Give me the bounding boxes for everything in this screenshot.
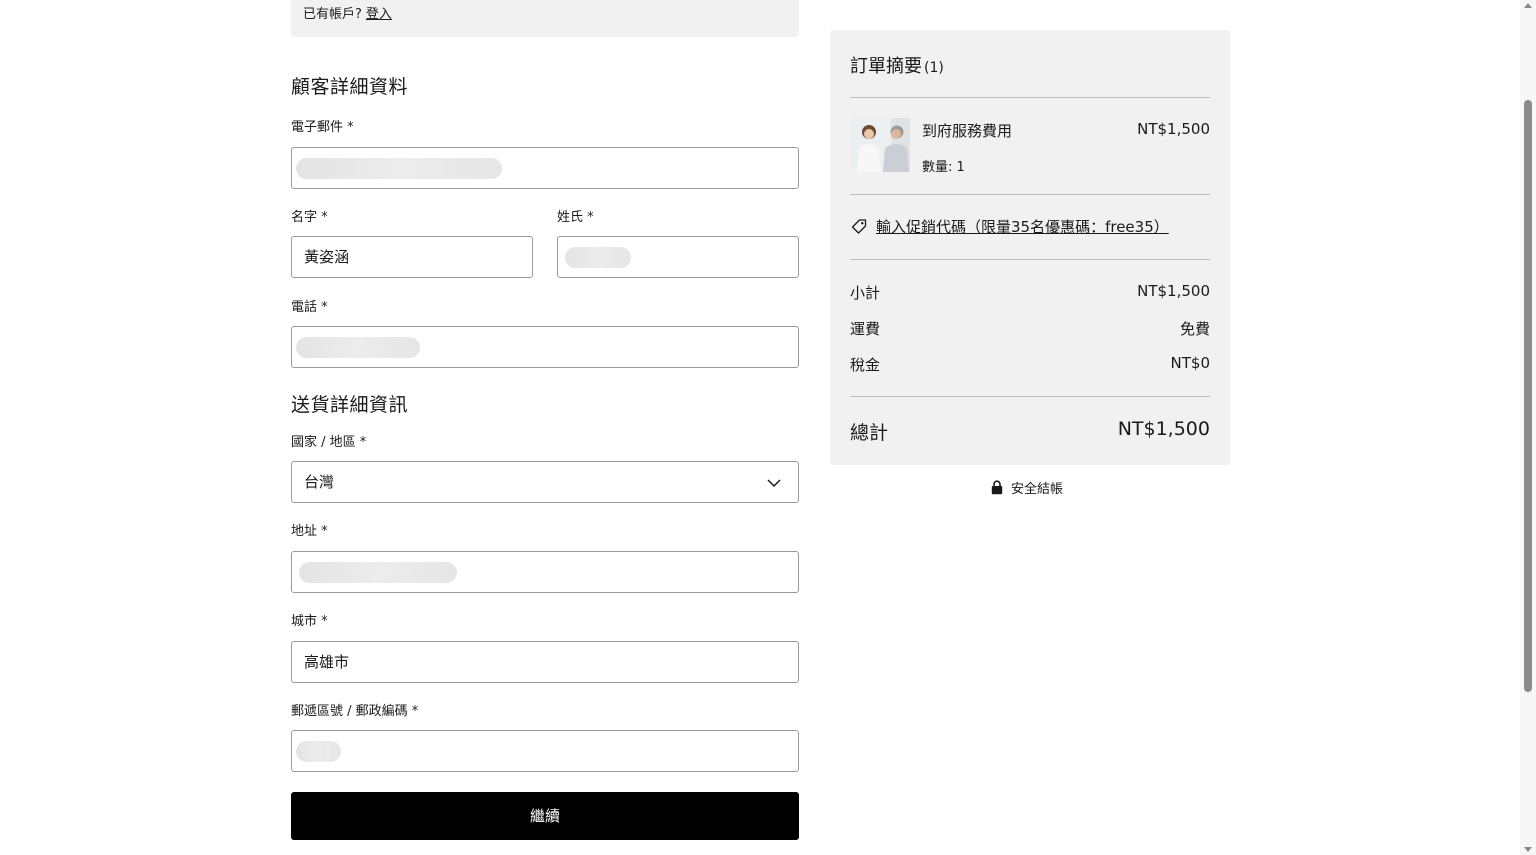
item-name: 到府服務費用 xyxy=(922,122,1013,140)
item-quantity: 數量: 1 xyxy=(922,160,965,175)
first-name-field[interactable]: 黃姿涵 xyxy=(291,236,533,278)
scroll-up-icon[interactable] xyxy=(1524,3,1532,8)
item-count: (1) xyxy=(924,60,944,76)
chevron-down-icon xyxy=(767,479,781,488)
shipping-details-title: 送貨詳細資訊 xyxy=(291,394,409,416)
divider xyxy=(850,97,1210,98)
product-thumbnail[interactable] xyxy=(851,118,910,172)
tax-label: 稅金 xyxy=(850,356,881,374)
scroll-down-icon[interactable] xyxy=(1524,847,1532,852)
shipping-label: 運費 xyxy=(850,320,881,338)
country-label: 國家 / 地區 * xyxy=(291,435,367,450)
secure-checkout-text: 安全結帳 xyxy=(1011,482,1064,497)
page-scrollbar[interactable] xyxy=(1520,0,1536,855)
scrollbar-thumb[interactable] xyxy=(1524,100,1532,692)
city-label: 城市 * xyxy=(291,614,328,629)
city-field[interactable]: 高雄市 xyxy=(291,641,799,683)
first-name-label: 名字 * xyxy=(291,210,328,225)
promo-code-link[interactable]: 輸入促銷代碼（限量35名優惠碼：free35） xyxy=(850,216,1169,237)
promo-code-text: 輸入促銷代碼（限量35名優惠碼：free35） xyxy=(876,218,1169,236)
tag-icon xyxy=(851,218,867,234)
email-label: 電子郵件 * xyxy=(291,120,354,135)
zip-label: 郵遞區號 / 郵政編碼 * xyxy=(291,704,419,719)
redacted-value xyxy=(296,741,341,762)
login-link[interactable]: 登入 xyxy=(366,7,392,22)
redacted-value xyxy=(296,158,502,179)
zip-field[interactable] xyxy=(291,730,799,772)
last-name-field[interactable] xyxy=(557,236,799,278)
order-summary-title: 訂單摘要 (1) xyxy=(850,52,944,78)
email-field[interactable] xyxy=(291,147,799,189)
item-price: NT$1,500 xyxy=(1137,120,1210,138)
continue-button[interactable]: 繼續 xyxy=(291,792,799,840)
redacted-value xyxy=(565,247,631,268)
address-label: 地址 * xyxy=(291,524,328,539)
phone-field[interactable] xyxy=(291,326,799,368)
customer-details-title: 顧客詳細資料 xyxy=(291,76,409,98)
login-prompt: 已有帳戶? xyxy=(303,7,362,22)
subtotal-label: 小計 xyxy=(850,284,881,302)
divider xyxy=(850,194,1210,195)
order-summary-heading: 訂單摘要 xyxy=(850,56,922,77)
total-label: 總計 xyxy=(850,422,889,444)
last-name-label: 姓氏 * xyxy=(557,210,594,225)
tax-value: NT$0 xyxy=(1170,354,1210,372)
subtotal-value: NT$1,500 xyxy=(1137,282,1210,300)
redacted-value xyxy=(296,337,420,358)
country-select[interactable]: 台灣 xyxy=(291,461,799,503)
redacted-value xyxy=(299,562,457,583)
secure-checkout: 安全結帳 xyxy=(991,478,1063,497)
lock-icon xyxy=(991,480,1003,495)
country-value: 台灣 xyxy=(304,473,335,491)
divider xyxy=(850,259,1210,260)
phone-label: 電話 * xyxy=(291,300,328,315)
divider xyxy=(850,396,1210,397)
order-summary: 訂單摘要 (1) 到府服務費用 數量: 1 NT$1,500 輸入促銷代碼（限量3… xyxy=(830,30,1230,465)
login-bar: 已有帳戶? 登入 xyxy=(291,0,799,37)
shipping-value: 免費 xyxy=(1179,320,1210,338)
address-field[interactable] xyxy=(291,551,799,593)
total-value: NT$1,500 xyxy=(1117,418,1210,440)
